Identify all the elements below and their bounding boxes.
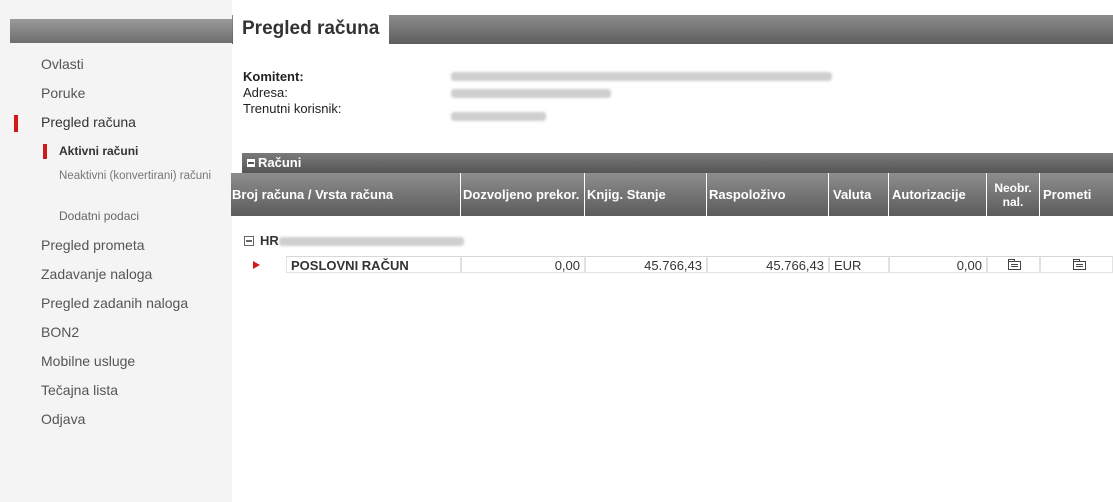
cell-autorizacije: 0,00: [889, 256, 987, 273]
racuni-section-title: Računi: [258, 155, 302, 170]
korisnik-value-redacted: [451, 112, 546, 121]
col-raspolozivo[interactable]: Raspoloživo: [707, 173, 829, 216]
cell-raspolozivo: 45.766,43: [707, 256, 829, 273]
accounts-table-header: Broj računa / Vrsta računa Dozvoljeno pr…: [231, 173, 1113, 216]
sidebar: Ovlasti Poruke Pregled računa Aktivni ra…: [0, 0, 232, 502]
sidebar-item-pregled-zadanih-naloga[interactable]: Pregled zadanih naloga: [0, 289, 232, 318]
col-broj-racuna[interactable]: Broj računa / Vrsta računa: [231, 173, 461, 216]
account-number-redacted: [279, 237, 464, 246]
cell-valuta: EUR: [829, 256, 889, 273]
sidebar-item-mobilne-usluge[interactable]: Mobilne usluge: [0, 347, 232, 376]
account-group-row[interactable]: HR: [244, 233, 279, 248]
neobr-nal-document-icon[interactable]: [1008, 259, 1021, 270]
col-knjig-stanje[interactable]: Knjig. Stanje: [585, 173, 707, 216]
sidebar-item-pregled-prometa[interactable]: Pregled prometa: [0, 231, 232, 260]
sidebar-item-poruke[interactable]: Poruke: [0, 79, 232, 108]
cell-dozvoljeno: 0,00: [461, 256, 585, 273]
col-valuta[interactable]: Valuta: [829, 173, 889, 216]
sidebar-item-bon2[interactable]: BON2: [0, 318, 232, 347]
collapse-group-icon[interactable]: [244, 236, 254, 246]
account-type-link[interactable]: POSLOVNI RAČUN: [286, 256, 461, 273]
col-neobr-nal[interactable]: Neobr. nal.: [987, 173, 1040, 216]
collapse-icon[interactable]: [247, 159, 255, 167]
prometi-document-icon[interactable]: [1073, 259, 1086, 270]
sidebar-item-tecajna-lista[interactable]: Tečajna lista: [0, 376, 232, 405]
account-number-prefix: HR: [260, 233, 279, 248]
sidebar-subitem-neaktivni-racuni[interactable]: Neaktivni (konvertirani) računi: [0, 166, 232, 202]
sidebar-menu: Ovlasti Poruke Pregled računa Aktivni ra…: [0, 50, 232, 434]
col-dozvoljeno-prekor[interactable]: Dozvoljeno prekor.: [461, 173, 585, 216]
sidebar-item-zadavanje-naloga[interactable]: Zadavanje naloga: [0, 260, 232, 289]
komitent-value-redacted: [451, 72, 832, 81]
racuni-section-header[interactable]: Računi: [242, 153, 1113, 173]
table-row[interactable]: POSLOVNI RAČUN 0,00 45.766,43 45.766,43 …: [231, 256, 1113, 273]
cell-neobr-nal: [987, 256, 1040, 273]
adresa-value-redacted: [451, 89, 611, 98]
korisnik-label: Trenutni korisnik:: [243, 101, 342, 116]
sidebar-item-odjava[interactable]: Odjava: [0, 405, 232, 434]
col-prometi[interactable]: Prometi: [1040, 173, 1113, 216]
adresa-label: Adresa:: [243, 85, 288, 100]
sidebar-item-pregled-racuna[interactable]: Pregled računa: [0, 108, 232, 137]
sidebar-subitem-dodatni-podaci[interactable]: Dodatni podaci: [0, 202, 232, 231]
col-autorizacije[interactable]: Autorizacije: [889, 173, 987, 216]
komitent-label: Komitent:: [243, 69, 304, 84]
sidebar-item-ovlasti[interactable]: Ovlasti: [0, 50, 232, 79]
sidebar-header-bar: [10, 19, 232, 43]
sidebar-subitem-aktivni-racuni[interactable]: Aktivni računi: [0, 137, 232, 166]
cell-knjig-stanje: 45.766,43: [585, 256, 707, 273]
page-title: Pregled računa: [233, 11, 390, 44]
cell-prometi: [1040, 256, 1113, 273]
